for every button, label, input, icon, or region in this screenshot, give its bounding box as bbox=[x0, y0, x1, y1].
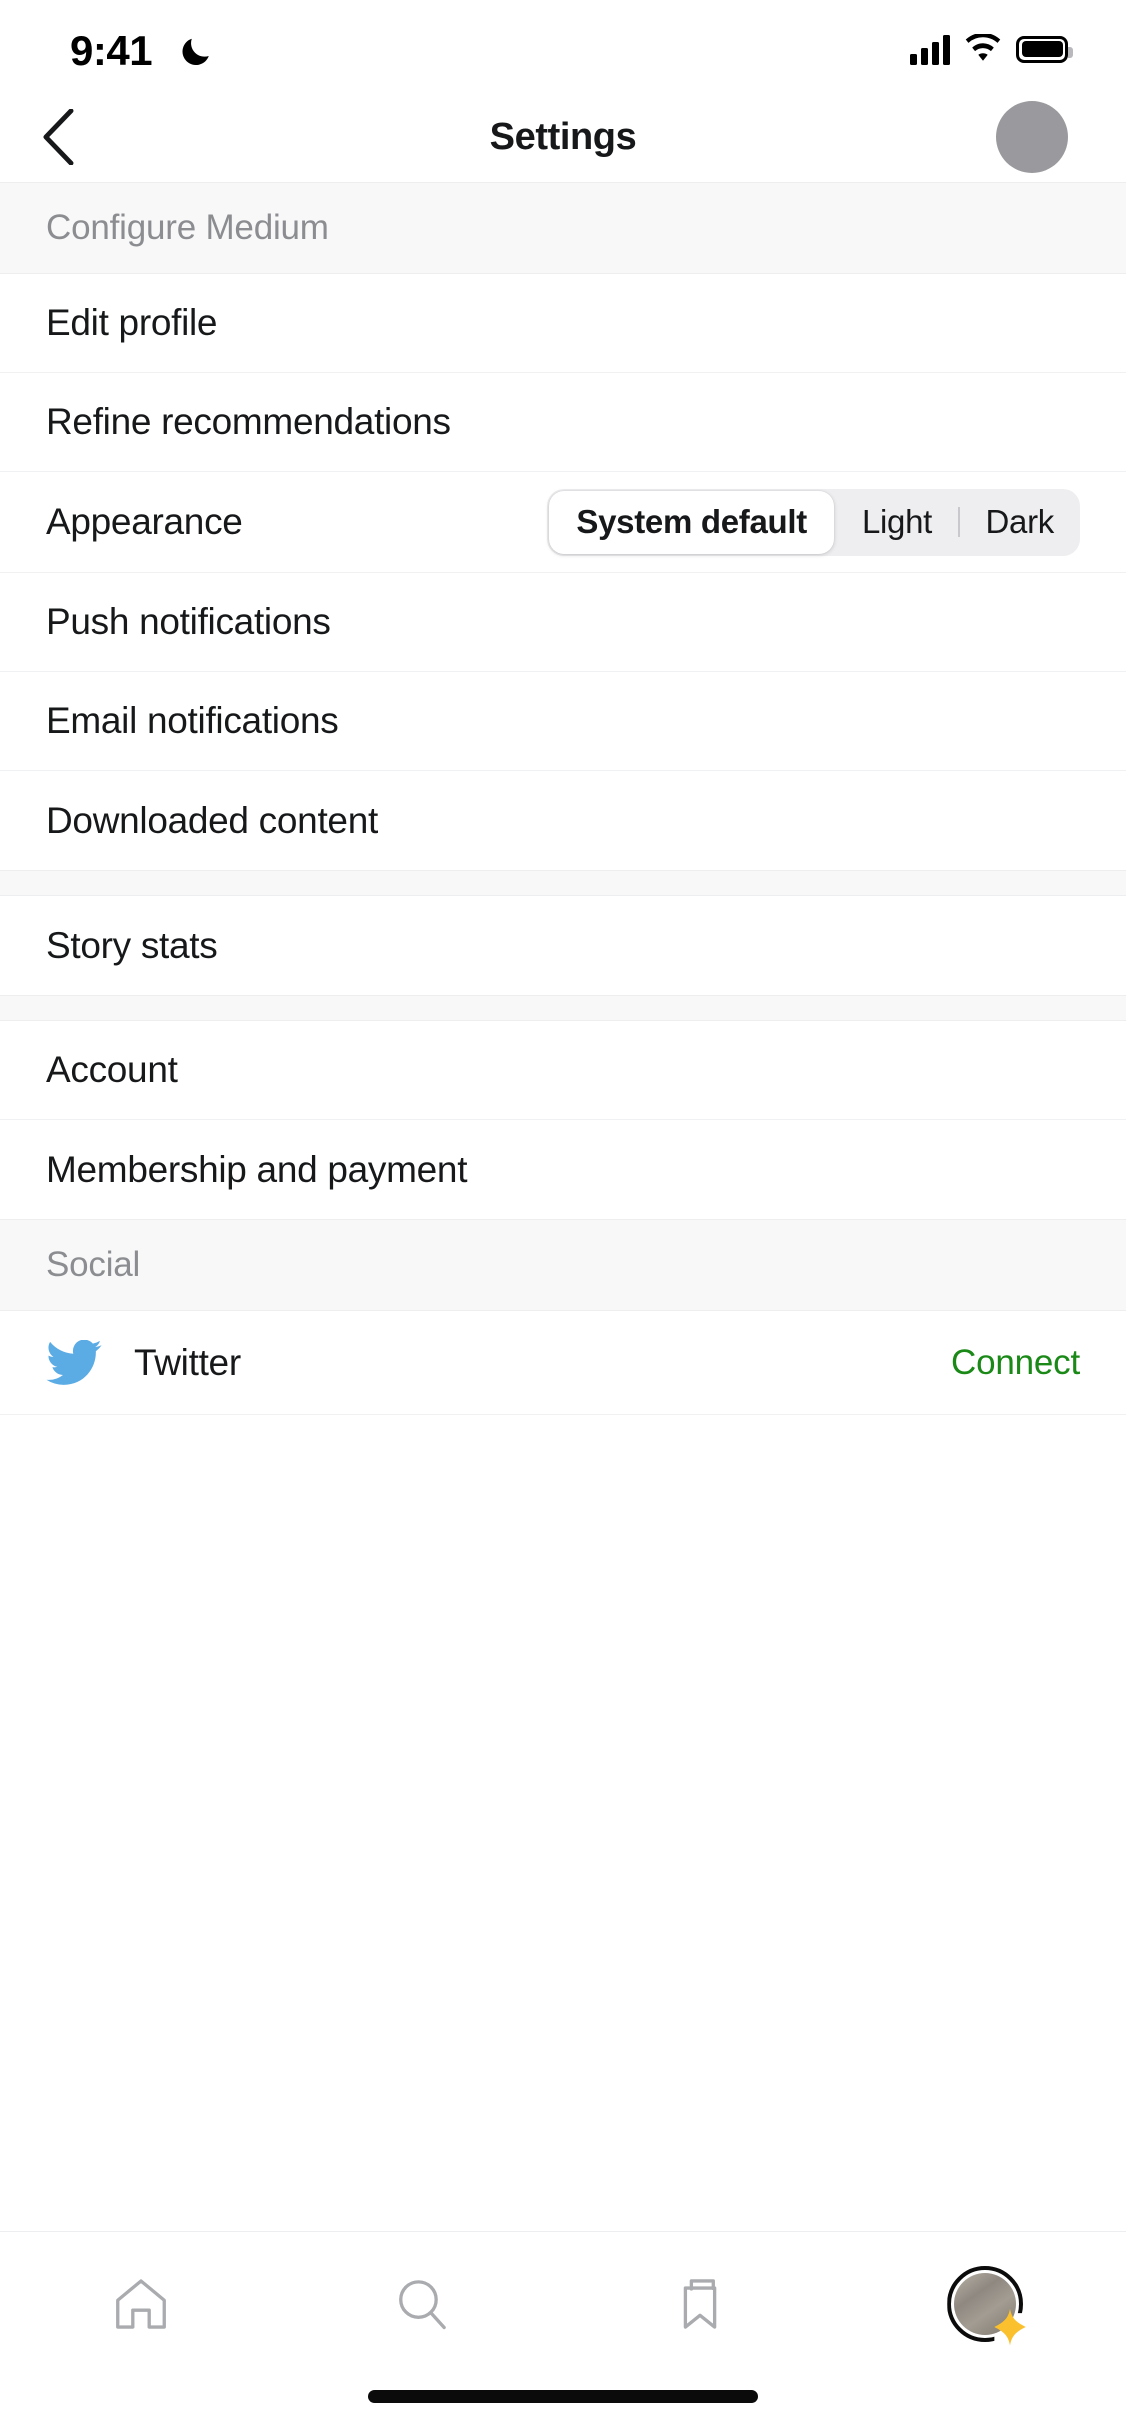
settings-row-label: Membership and payment bbox=[46, 1148, 468, 1190]
settings-row-membership-and-payment[interactable]: Membership and payment bbox=[0, 1120, 1126, 1219]
settings-row-edit-profile[interactable]: Edit profile bbox=[0, 274, 1126, 373]
settings-row-label: Edit profile bbox=[46, 302, 218, 343]
settings-row-email-notifications[interactable]: Email notifications bbox=[0, 672, 1126, 771]
section-header-social: Social bbox=[0, 1219, 1126, 1311]
section-divider bbox=[0, 870, 1126, 896]
settings-row-label: Email notifications bbox=[46, 700, 339, 741]
profile-avatar-icon bbox=[947, 2266, 1026, 2346]
moon-icon bbox=[182, 38, 209, 66]
battery-full-icon bbox=[1016, 35, 1073, 63]
settings-row-label: Account bbox=[46, 1049, 178, 1090]
section-divider bbox=[0, 995, 1126, 1021]
tab-bookmarks[interactable] bbox=[563, 2232, 845, 2376]
status-bar-indicators bbox=[910, 33, 1073, 65]
navigation-bar: Settings bbox=[0, 92, 1126, 182]
back-button[interactable] bbox=[26, 105, 90, 169]
tab-home[interactable] bbox=[0, 2232, 282, 2376]
settings-row-label: Refine recommendations bbox=[46, 401, 451, 442]
settings-row-label: Appearance bbox=[46, 501, 243, 542]
cellular-signal-icon bbox=[910, 33, 950, 65]
home-indicator-area bbox=[0, 2376, 1126, 2436]
appearance-segmented-control[interactable]: System default Light Dark bbox=[547, 488, 1080, 556]
page-title: Settings bbox=[489, 115, 637, 158]
segment-light[interactable]: Light bbox=[836, 489, 958, 556]
status-bar: 9:41 bbox=[0, 0, 1126, 92]
settings-row-label: Push notifications bbox=[46, 601, 331, 642]
settings-row-appearance[interactable]: Appearance System default Light Dark bbox=[0, 472, 1126, 573]
settings-row-label: Story stats bbox=[46, 924, 218, 966]
settings-row-twitter[interactable]: Twitter Connect bbox=[0, 1311, 1126, 1415]
tab-search[interactable] bbox=[282, 2232, 564, 2376]
settings-row-story-stats[interactable]: Story stats bbox=[0, 896, 1126, 995]
settings-row-account[interactable]: Account bbox=[0, 1021, 1126, 1120]
section-header-label: Social bbox=[46, 1245, 141, 1284]
search-icon bbox=[399, 2280, 447, 2330]
settings-row-label: Downloaded content bbox=[46, 799, 378, 841]
settings-row-downloaded-content[interactable]: Downloaded content bbox=[0, 771, 1126, 870]
segment-dark[interactable]: Dark bbox=[960, 489, 1080, 556]
settings-row-refine-recommendations[interactable]: Refine recommendations bbox=[0, 373, 1126, 472]
tab-profile[interactable] bbox=[845, 2232, 1126, 2376]
home-icon bbox=[115, 2279, 166, 2329]
segment-system-default[interactable]: System default bbox=[549, 490, 834, 554]
avatar[interactable] bbox=[996, 101, 1068, 173]
wifi-icon bbox=[965, 34, 1001, 61]
twitter-row-left: Twitter bbox=[46, 1335, 241, 1391]
section-header-configure-medium: Configure Medium bbox=[0, 182, 1126, 274]
home-indicator[interactable] bbox=[368, 2390, 758, 2403]
status-bar-time: 9:41 bbox=[70, 27, 153, 74]
settings-row-push-notifications[interactable]: Push notifications bbox=[0, 573, 1126, 672]
bookmark-icon bbox=[683, 2279, 717, 2329]
sparkle-star-icon bbox=[994, 2308, 1026, 2346]
chevron-left-icon bbox=[43, 109, 74, 165]
section-header-label: Configure Medium bbox=[46, 208, 329, 247]
twitter-icon bbox=[46, 1335, 102, 1391]
settings-screen: 9:41 Settings Configure Medium Edit prof… bbox=[0, 0, 1126, 2436]
settings-list: Configure Medium Edit profile Refine rec… bbox=[0, 182, 1126, 2231]
bottom-tab-bar bbox=[0, 2231, 1126, 2376]
twitter-connect-button[interactable]: Connect bbox=[951, 1343, 1080, 1383]
settings-row-label: Twitter bbox=[134, 1341, 241, 1383]
